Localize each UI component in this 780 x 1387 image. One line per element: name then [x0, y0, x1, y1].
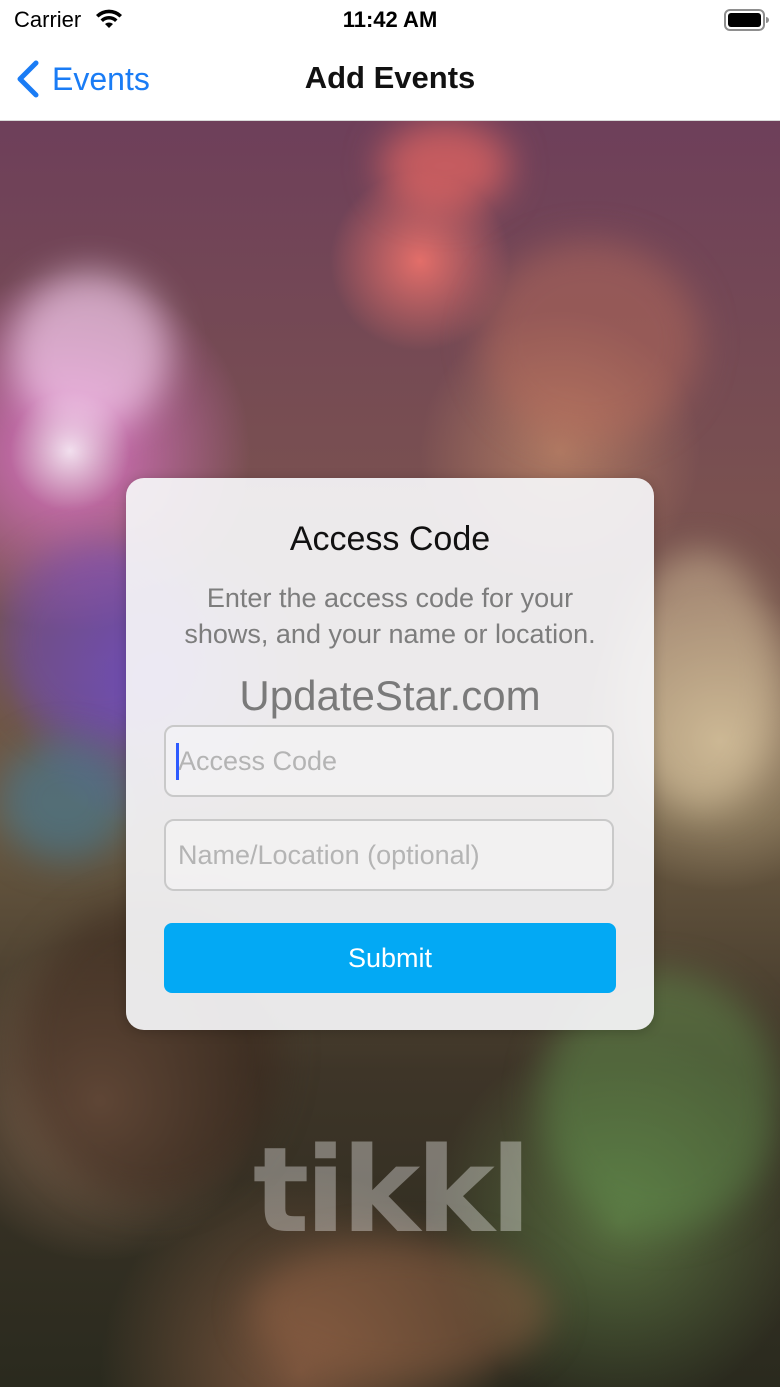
navigation-bar: Events Add Events — [0, 42, 780, 121]
status-time: 11:42 AM — [342, 7, 438, 32]
text-cursor — [176, 743, 179, 780]
page-title: Add Events — [304, 60, 476, 95]
name-location-input[interactable] — [164, 819, 614, 891]
submit-button[interactable]: Submit — [164, 923, 616, 993]
access-code-dialog: Access Code Enter the access code for yo… — [126, 478, 654, 1030]
battery-icon — [724, 9, 769, 31]
app-screen: Carrier 11:42 AM Events Add Events tikkl… — [0, 0, 780, 1387]
access-code-input[interactable] — [164, 725, 614, 797]
dialog-title: Access Code — [289, 520, 491, 558]
tikkl-logo: tikkl — [252, 1121, 531, 1259]
status-bar: Carrier 11:42 AM — [0, 0, 780, 42]
updatestar-watermark: UpdateStar.com — [239, 672, 541, 719]
dialog-description: Enter the access code for your shows, an… — [184, 583, 596, 649]
